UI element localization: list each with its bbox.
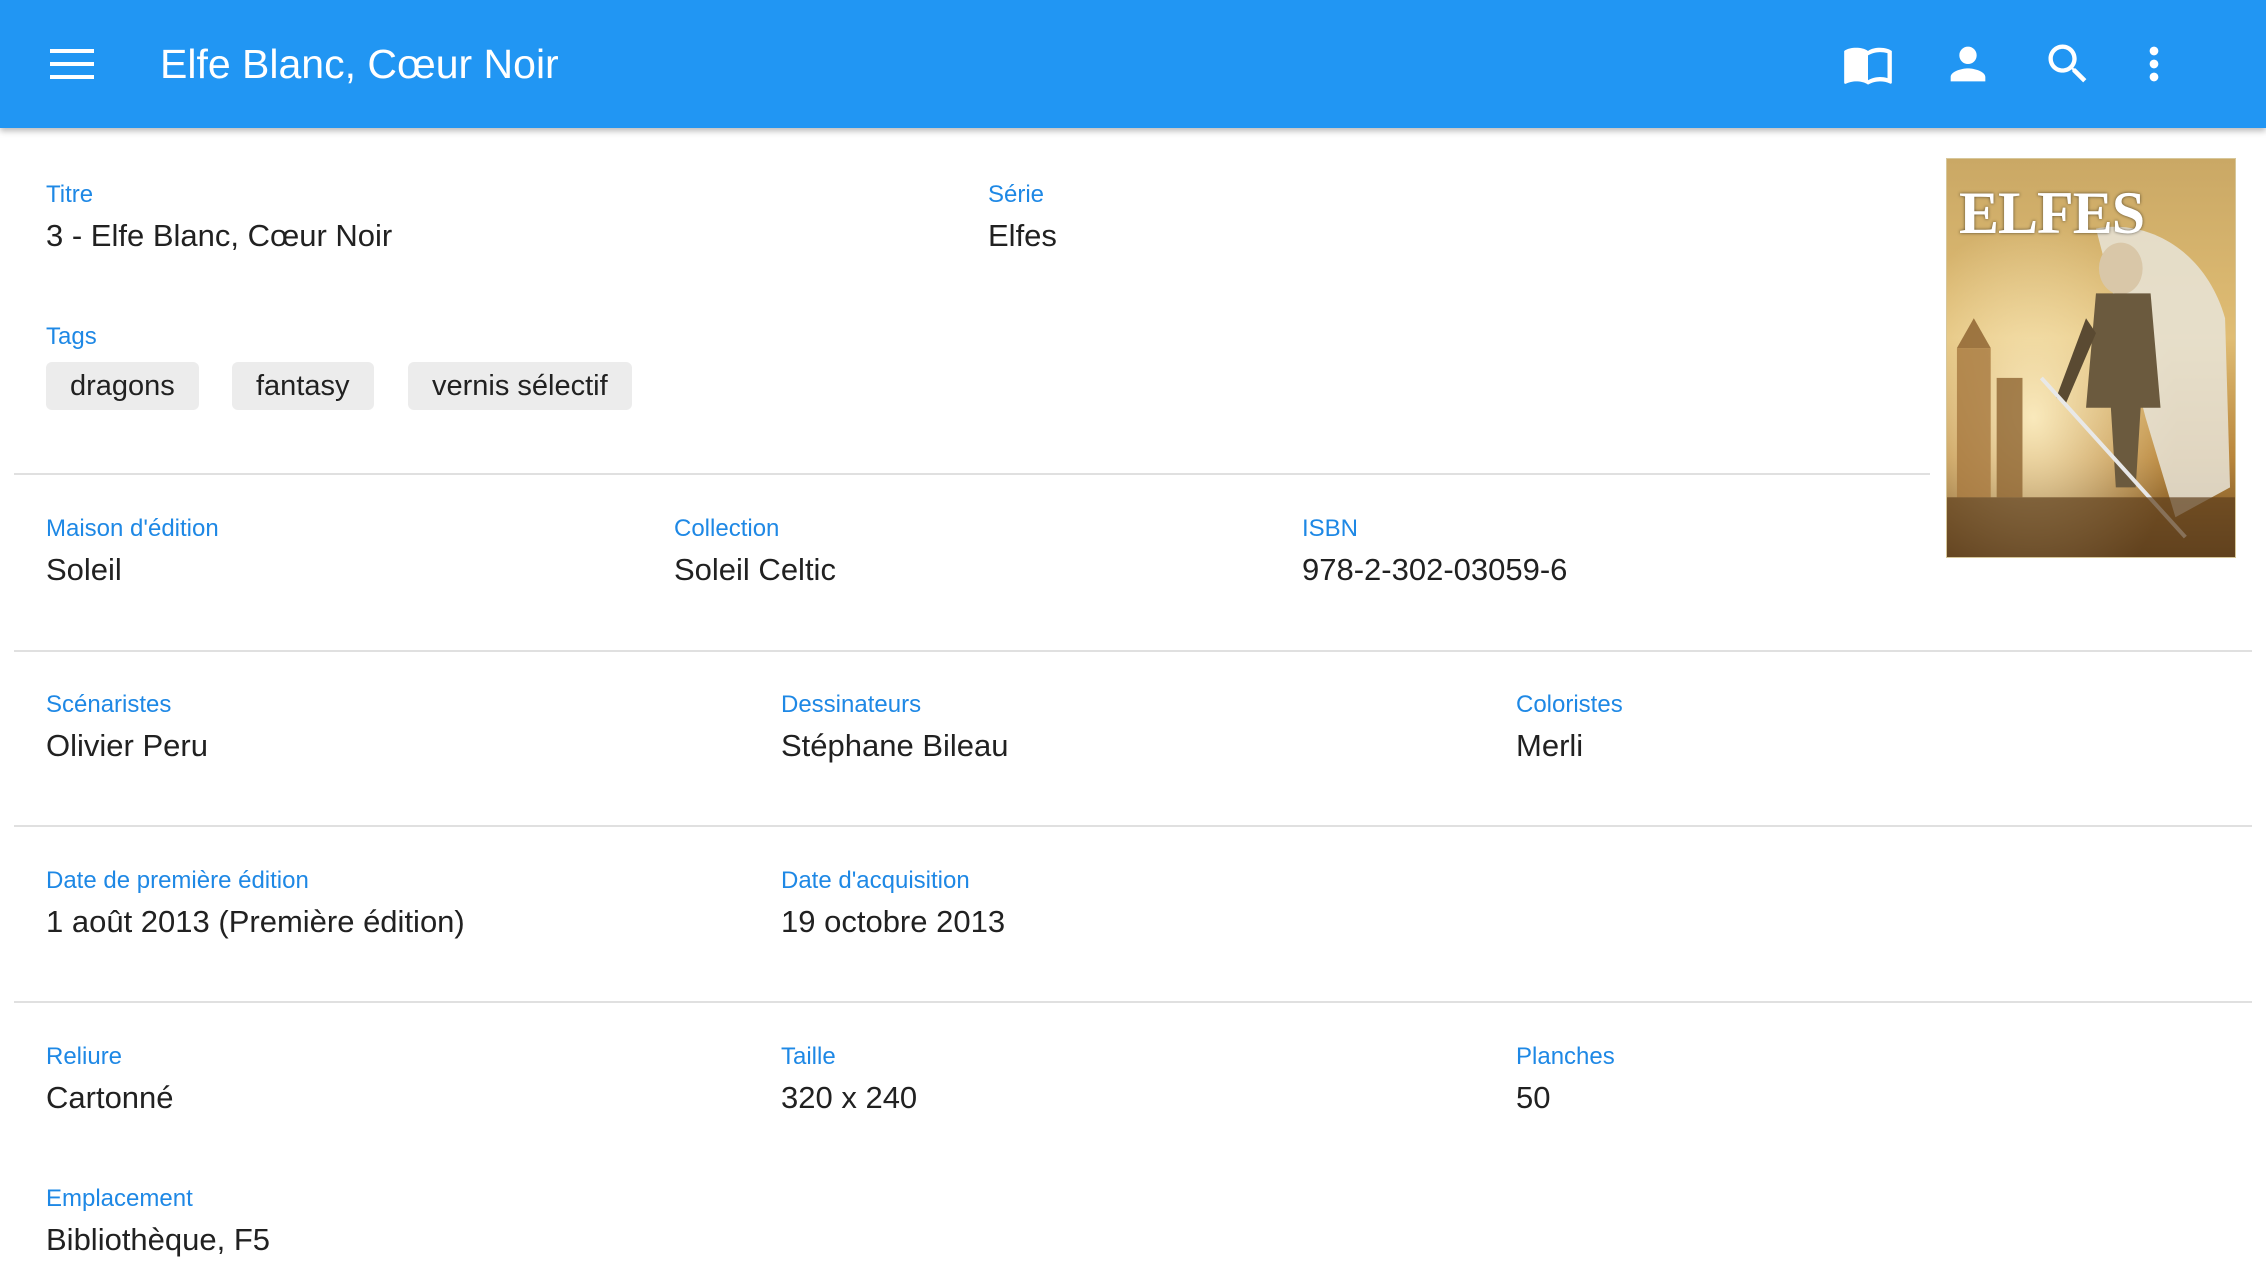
- value-titre: 3 - Elfe Blanc, Cœur Noir: [46, 218, 393, 253]
- label-dessinateurs: Dessinateurs: [781, 691, 922, 718]
- library-button[interactable]: [1834, 30, 1902, 98]
- field-taille: Taille 320 x 240: [781, 1042, 917, 1118]
- label-collection: Collection: [674, 515, 780, 542]
- value-emplacement: Bibliothèque, F5: [46, 1222, 271, 1257]
- tag-chip[interactable]: vernis sélectif: [408, 362, 632, 410]
- field-dessinateurs: Dessinateurs Stéphane Bileau: [781, 690, 1009, 766]
- field-emplacement: Emplacement Bibliothèque, F5: [46, 1184, 270, 1260]
- divider: [14, 650, 2252, 652]
- field-scenaristes: Scénaristes Olivier Peru: [46, 690, 208, 766]
- field-collection: Collection Soleil Celtic: [674, 514, 836, 590]
- value-reliure: Cartonné: [46, 1080, 174, 1115]
- label-emplacement: Emplacement: [46, 1185, 193, 1212]
- field-isbn: ISBN 978-2-302-03059-6: [1302, 514, 1567, 590]
- label-date-premiere: Date de première édition: [46, 867, 309, 894]
- label-isbn: ISBN: [1302, 515, 1359, 542]
- label-serie: Série: [988, 181, 1045, 208]
- person-icon: [1950, 46, 1986, 82]
- tag-chip[interactable]: dragons: [46, 362, 199, 410]
- app-bar: Elfe Blanc, Cœur Noir: [0, 0, 2266, 128]
- label-scenaristes: Scénaristes: [46, 691, 172, 718]
- label-tags: Tags: [46, 323, 97, 350]
- label-planches: Planches: [1516, 1043, 1615, 1070]
- label-titre: Titre: [46, 181, 94, 208]
- field-tags: Tags: [46, 322, 97, 352]
- value-coloristes[interactable]: Merli: [1516, 726, 1623, 766]
- field-coloristes: Coloristes Merli: [1516, 690, 1623, 766]
- label-coloristes: Coloristes: [1516, 691, 1623, 718]
- book-open-icon: [1844, 47, 1892, 85]
- album-details: ELFES Titre 3 - Elfe Blanc, Cœur Noir Sé…: [0, 128, 2266, 1282]
- value-maison[interactable]: Soleil: [46, 550, 219, 590]
- value-planches: 50: [1516, 1080, 1551, 1115]
- field-maison: Maison d'édition Soleil: [46, 514, 219, 590]
- divider: [14, 473, 1930, 475]
- value-serie[interactable]: Elfes: [988, 216, 1057, 256]
- field-reliure: Reliure Cartonné: [46, 1042, 174, 1118]
- divider: [14, 825, 2252, 827]
- field-planches: Planches 50: [1516, 1042, 1615, 1118]
- value-scenaristes[interactable]: Olivier Peru: [46, 726, 208, 766]
- label-taille: Taille: [781, 1043, 836, 1070]
- more-vert-icon: [2149, 46, 2159, 82]
- value-collection[interactable]: Soleil Celtic: [674, 550, 836, 590]
- account-button[interactable]: [1934, 30, 2002, 98]
- value-dessinateurs[interactable]: Stéphane Bileau: [781, 726, 1009, 766]
- divider: [14, 1001, 2252, 1003]
- label-date-acquisition: Date d'acquisition: [781, 867, 970, 894]
- field-date-premiere: Date de première édition 1 août 2013 (Pr…: [46, 866, 465, 942]
- search-icon: [2048, 44, 2087, 83]
- field-serie: Série Elfes: [988, 180, 1057, 256]
- value-isbn: 978-2-302-03059-6: [1302, 552, 1568, 587]
- field-titre: Titre 3 - Elfe Blanc, Cœur Noir: [46, 180, 392, 256]
- label-reliure: Reliure: [46, 1043, 123, 1070]
- value-date-premiere: 1 août 2013 (Première édition): [46, 904, 465, 939]
- cover-logo: ELFES: [1959, 180, 2145, 246]
- value-taille: 320 x 240: [781, 1080, 918, 1115]
- cover-image[interactable]: ELFES: [1946, 158, 2236, 558]
- field-date-acquisition: Date d'acquisition 19 octobre 2013: [781, 866, 1005, 942]
- label-maison: Maison d'édition: [46, 515, 219, 542]
- search-button[interactable]: [2034, 30, 2102, 98]
- value-date-acquisition: 19 octobre 2013: [781, 904, 1006, 939]
- tag-chip[interactable]: fantasy: [232, 362, 374, 410]
- more-options-button[interactable]: [2120, 30, 2188, 98]
